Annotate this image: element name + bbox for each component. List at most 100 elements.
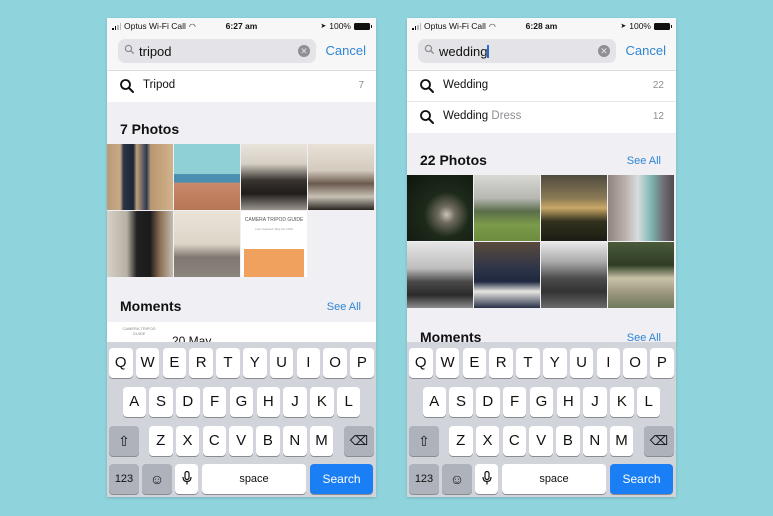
key-j[interactable]: J (583, 387, 607, 417)
dictation-key[interactable] (475, 464, 498, 494)
key-o[interactable]: O (623, 348, 647, 378)
photo-thumbnail-camera-illustration[interactable] (174, 144, 240, 210)
cancel-button[interactable]: Cancel (326, 43, 366, 58)
search-icon (424, 44, 438, 58)
key-c[interactable]: C (502, 426, 527, 456)
search-input[interactable]: tripod ✕ (118, 39, 316, 63)
space-key[interactable]: space (202, 464, 306, 494)
key-k[interactable]: K (310, 387, 334, 417)
key-h[interactable]: H (256, 387, 280, 417)
key-m[interactable]: M (609, 426, 634, 456)
key-b[interactable]: B (256, 426, 280, 456)
photo-thumbnail-couple-sunset[interactable] (541, 175, 607, 241)
delete-key[interactable]: ⌫ (644, 426, 674, 456)
key-l[interactable]: L (336, 387, 361, 417)
key-n[interactable]: N (583, 426, 607, 456)
photo-thumbnail-tripod-on-wood[interactable] (107, 144, 173, 210)
status-bar: Optus Wi-Fi Call ◠ 6:28 am ➤ 100% (407, 18, 676, 35)
key-m[interactable]: M (309, 426, 334, 456)
key-g[interactable]: G (529, 387, 554, 417)
shift-key[interactable]: ⇧ (409, 426, 439, 456)
photo-thumbnail-tripod-in-room[interactable] (174, 211, 240, 277)
key-c[interactable]: C (202, 426, 227, 456)
key-w[interactable]: W (135, 348, 160, 378)
key-u[interactable]: U (269, 348, 294, 378)
key-y[interactable]: Y (243, 348, 267, 378)
key-r[interactable]: R (489, 348, 513, 378)
key-w[interactable]: W (435, 348, 460, 378)
key-v[interactable]: V (529, 426, 553, 456)
photo-thumbnail-film-crew[interactable] (241, 144, 307, 210)
key-q[interactable]: Q (109, 348, 133, 378)
key-f[interactable]: F (202, 387, 227, 417)
key-a[interactable]: A (122, 387, 146, 417)
key-j[interactable]: J (283, 387, 307, 417)
key-s[interactable]: S (449, 387, 473, 417)
key-z[interactable]: Z (449, 426, 473, 456)
suggestion-item[interactable]: Wedding Dress 12 (407, 102, 676, 133)
key-o[interactable]: O (323, 348, 347, 378)
clear-search-icon[interactable]: ✕ (298, 45, 310, 57)
key-q[interactable]: Q (409, 348, 433, 378)
photos-see-all-link[interactable]: See All (627, 155, 661, 167)
key-g[interactable]: G (229, 387, 254, 417)
photo-thumbnail-bridesmaids-toast[interactable] (608, 175, 674, 241)
search-key[interactable]: Search (310, 464, 373, 494)
key-s[interactable]: S (149, 387, 173, 417)
suggestion-count: 22 (652, 80, 664, 91)
photo-thumbnail-couple-bw-walk[interactable] (407, 242, 473, 308)
key-x[interactable]: X (175, 426, 200, 456)
key-b[interactable]: B (556, 426, 580, 456)
key-t[interactable]: T (516, 348, 540, 378)
key-z[interactable]: Z (149, 426, 173, 456)
key-x[interactable]: X (475, 426, 500, 456)
photo-thumbnail-camera-on-tripod[interactable] (107, 211, 173, 277)
suggestion-item[interactable]: Tripod 7 (107, 71, 376, 102)
key-f[interactable]: F (502, 387, 527, 417)
cancel-button[interactable]: Cancel (626, 43, 666, 58)
photo-thumbnail-couple-field[interactable] (474, 175, 540, 241)
key-d[interactable]: D (476, 387, 500, 417)
key-p[interactable]: P (350, 348, 374, 378)
location-arrow-icon: ➤ (320, 23, 327, 30)
search-input[interactable]: wedding ✕ (418, 39, 616, 63)
shift-key[interactable]: ⇧ (109, 426, 139, 456)
key-i[interactable]: I (596, 348, 621, 378)
key-k[interactable]: K (610, 387, 634, 417)
suggestion-completion: Dress (488, 110, 522, 122)
clear-search-icon[interactable]: ✕ (598, 45, 610, 57)
photo-thumbnail-couple-kombi-van[interactable] (608, 242, 674, 308)
suggestion-count: 12 (652, 111, 664, 122)
key-e[interactable]: E (462, 348, 487, 378)
numbers-key[interactable]: 123 (409, 464, 439, 494)
key-p[interactable]: P (650, 348, 674, 378)
key-y[interactable]: Y (543, 348, 567, 378)
key-d[interactable]: D (176, 387, 200, 417)
key-l[interactable]: L (636, 387, 661, 417)
photo-thumbnail-couple-embrace[interactable] (407, 175, 473, 241)
key-i[interactable]: I (296, 348, 321, 378)
space-key[interactable]: space (502, 464, 606, 494)
key-v[interactable]: V (229, 426, 253, 456)
photo-thumbnail-bride-mountains[interactable] (541, 242, 607, 308)
photo-thumbnail-gallery-jumping[interactable] (308, 144, 374, 210)
photo-thumbnail-camera-tripod-guide[interactable]: CAMERA TRIPOD GUIDE Last Updated: May 20,… (241, 211, 307, 277)
emoji-key[interactable]: ☺ (142, 464, 172, 494)
key-r[interactable]: R (189, 348, 213, 378)
key-h[interactable]: H (556, 387, 580, 417)
key-e[interactable]: E (162, 348, 187, 378)
moments-see-all-link[interactable]: See All (327, 301, 361, 313)
key-a[interactable]: A (422, 387, 446, 417)
photo-thumbnail-bridal-party[interactable] (474, 242, 540, 308)
key-n[interactable]: N (283, 426, 307, 456)
search-key[interactable]: Search (610, 464, 673, 494)
numbers-key[interactable]: 123 (109, 464, 139, 494)
key-t[interactable]: T (216, 348, 240, 378)
key-u[interactable]: U (569, 348, 594, 378)
dictation-key[interactable] (175, 464, 198, 494)
emoji-key[interactable]: ☺ (442, 464, 472, 494)
delete-key[interactable]: ⌫ (344, 426, 374, 456)
guide-title: CAMERA TRIPOD GUIDE (244, 217, 304, 223)
suggestion-item[interactable]: Wedding 22 (407, 71, 676, 102)
photos-section-title: 7 Photos (120, 121, 180, 137)
